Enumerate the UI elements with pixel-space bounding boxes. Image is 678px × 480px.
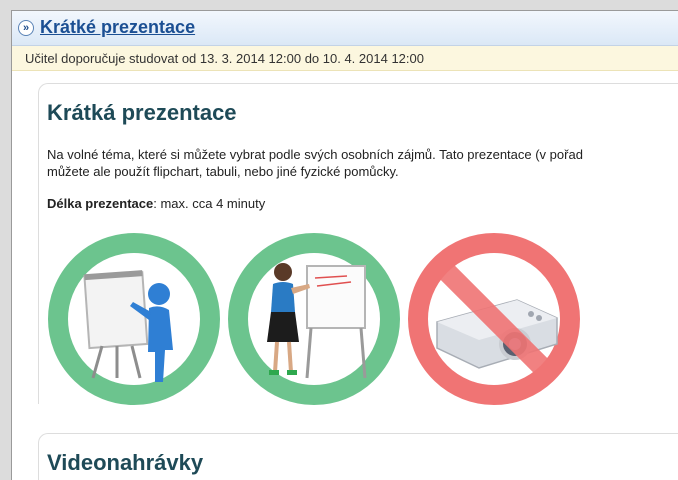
section-title-link[interactable]: Krátké prezentace <box>40 17 195 38</box>
figure-at-flipchart-icon <box>48 233 220 405</box>
presentation-duration: Délka prezentace: max. cca 4 minuty <box>47 196 265 211</box>
video-card: Videonahrávky <box>38 433 678 480</box>
duration-label: Délka prezentace <box>47 196 154 211</box>
section-header: » Krátké prezentace <box>12 11 678 46</box>
projector-prohibited-icon <box>408 233 580 405</box>
presentation-card: Krátká prezentace Na volné téma, které s… <box>38 83 678 405</box>
video-heading: Videonahrávky <box>47 450 204 475</box>
presentation-heading: Krátká prezentace <box>47 100 237 125</box>
study-dates-text: Učitel doporučuje studovat od 13. 3. 201… <box>25 51 424 66</box>
duration-value: : max. cca 4 minuty <box>153 196 266 211</box>
presenter-at-whiteboard-icon <box>228 233 400 405</box>
description-line-2: můžete ale použít flipchart, tabuli, neb… <box>47 164 399 179</box>
description-line-1: Na volné téma, které si můžete vybrat po… <box>47 147 583 162</box>
presentation-description: Na volné téma, které si můžete vybrat po… <box>47 146 678 180</box>
study-dates-notice: Učitel doporučuje studovat od 13. 3. 201… <box>12 46 678 71</box>
content-window: » Krátké prezentace Učitel doporučuje st… <box>11 10 678 480</box>
expand-toggle-icon[interactable]: » <box>18 20 34 36</box>
